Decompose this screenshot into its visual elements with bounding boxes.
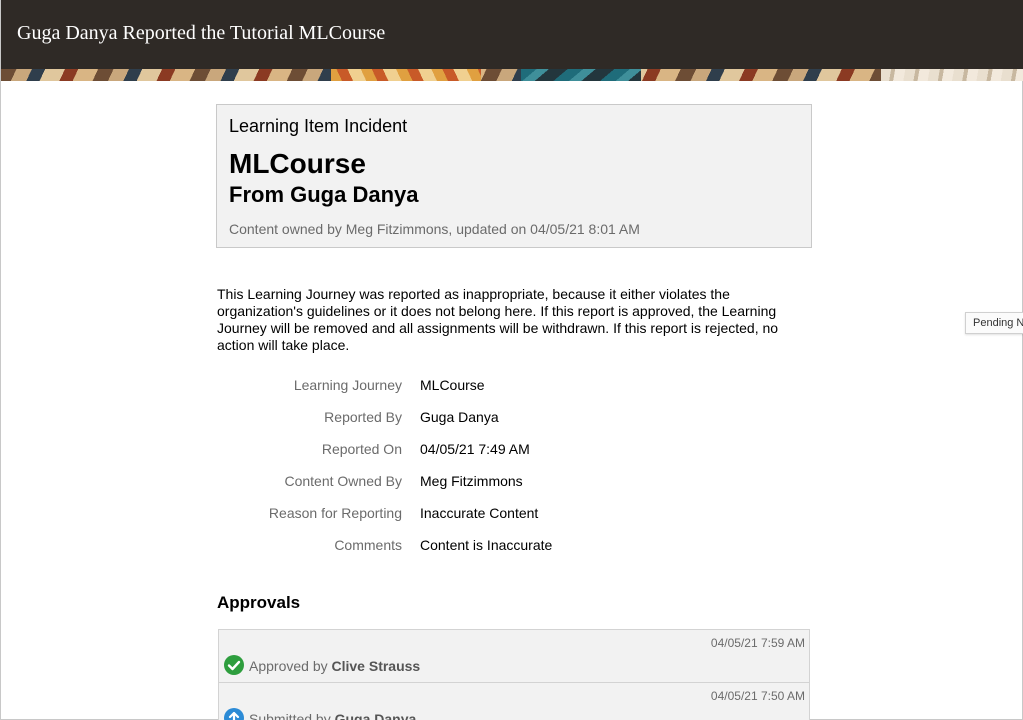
approval-text: Approved by Clive Strauss (249, 658, 420, 674)
detail-row: Reported On 04/05/21 7:49 AM (217, 441, 813, 473)
approvals-heading: Approvals (217, 593, 301, 612)
detail-row: Reason for Reporting Inaccurate Content (217, 505, 813, 537)
pending-tab[interactable]: Pending N (965, 312, 1023, 334)
detail-label: Reason for Reporting (268, 505, 402, 521)
decorative-banner (1, 69, 1023, 81)
approval-action: Approved by (249, 658, 328, 674)
approval-time: 04/05/21 7:59 AM (710, 636, 805, 650)
approval-time: 04/05/21 7:50 AM (710, 689, 805, 703)
page-title: Guga Danya Reported the Tutorial MLCours… (17, 22, 386, 44)
arrow-up-circle-icon (224, 708, 244, 720)
approval-item: 04/05/21 7:59 AM Approved by Clive Strau… (218, 629, 810, 682)
approval-person: Clive Strauss (331, 658, 421, 674)
check-circle-icon (224, 655, 244, 675)
approvals-list: 04/05/21 7:59 AM Approved by Clive Strau… (218, 629, 810, 720)
course-title: MLCourse (229, 148, 366, 179)
detail-value: MLCourse (420, 377, 485, 393)
approval-text: Submitted by Guga Danya (249, 711, 416, 720)
approval-item: 04/05/21 7:50 AM Submitted by Guga Danya (218, 682, 810, 720)
incident-description: This Learning Journey was reported as in… (217, 286, 779, 353)
detail-value: Inaccurate Content (420, 505, 539, 521)
incident-details: Learning Journey MLCourse Reported By Gu… (217, 377, 813, 569)
detail-row: Content Owned By Meg Fitzimmons (217, 473, 813, 505)
detail-label: Content Owned By (284, 473, 402, 489)
detail-value: Content is Inaccurate (420, 537, 553, 553)
detail-row: Learning Journey MLCourse (217, 377, 813, 409)
detail-label: Reported On (321, 441, 402, 457)
title-bar: Guga Danya Reported the Tutorial MLCours… (1, 0, 1023, 69)
approval-action: Submitted by (249, 711, 331, 720)
detail-value: 04/05/21 7:49 AM (420, 441, 530, 457)
incident-header-card: Learning Item Incident MLCourse From Gug… (216, 104, 812, 248)
incident-type-label: Learning Item Incident (229, 116, 408, 136)
detail-label: Learning Journey (293, 377, 402, 393)
approval-person: Guga Danya (334, 711, 417, 720)
content-owner-meta: Content owned by Meg Fitzimmons, updated… (229, 221, 640, 237)
detail-value: Meg Fitzimmons (420, 473, 523, 489)
detail-row: Reported By Guga Danya (217, 409, 813, 441)
detail-row: Comments Content is Inaccurate (217, 537, 813, 569)
reporter-subtitle: From Guga Danya (229, 182, 419, 207)
detail-label: Reported By (324, 409, 402, 425)
detail-label: Comments (334, 537, 402, 553)
detail-value: Guga Danya (420, 409, 499, 425)
